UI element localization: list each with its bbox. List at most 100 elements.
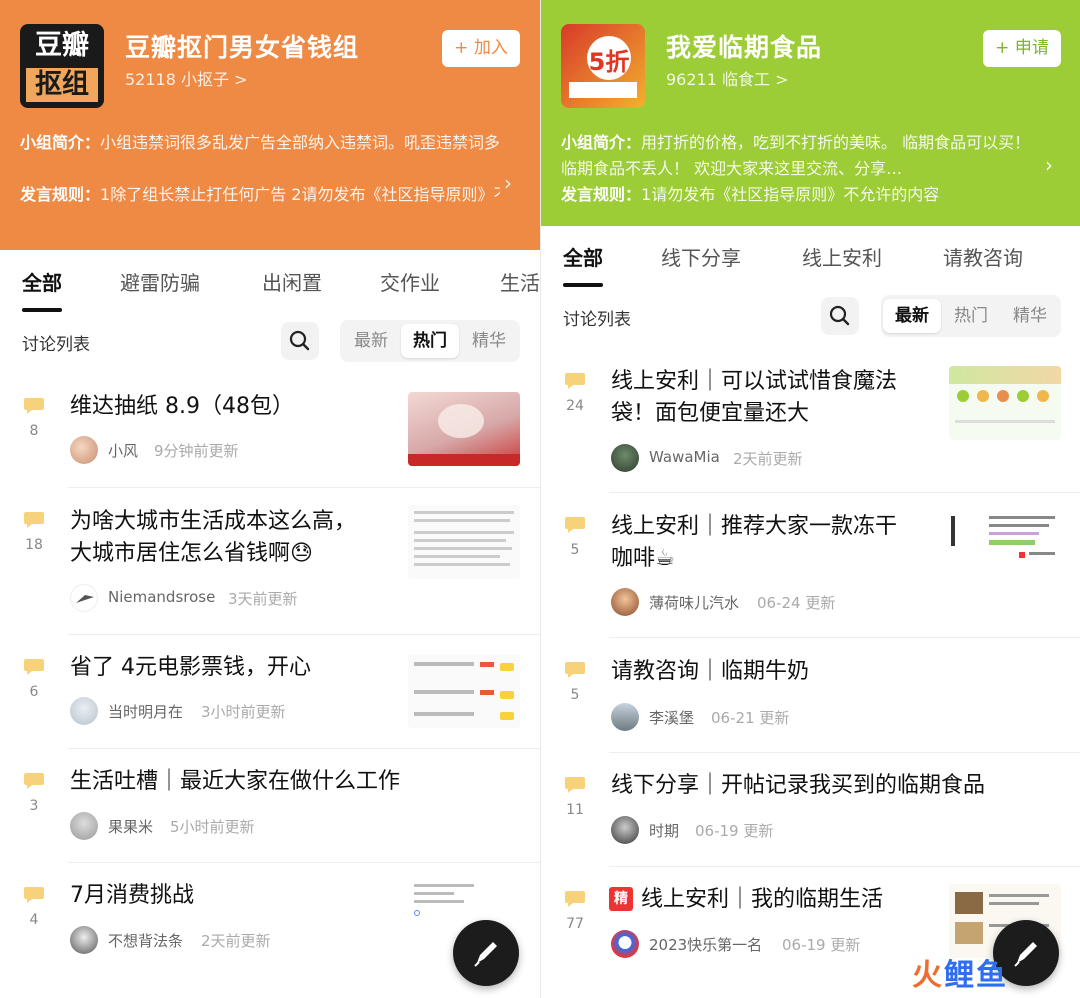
tab-life[interactable]: 生活	[500, 267, 540, 296]
avatar[interactable]	[611, 930, 639, 958]
post-thumbnail[interactable]	[949, 366, 1061, 440]
group-intro[interactable]: 小组简介：用打折的价格，吃到不打折的美味。 临期食品可以买！临期食品不丢人！ 欢…	[561, 130, 1053, 208]
list-item[interactable]: 24 线上安利｜可以试试惜食魔法 袋！面包便宜量还大 WawaMia 2天前更新	[541, 352, 1080, 492]
user-name[interactable]: 薄荷味儿汽水	[649, 592, 739, 613]
chevron-right-icon[interactable]: ›	[1045, 152, 1053, 178]
list-item[interactable]: 18 为啥大城市生活成本这么高， 大城市居住怎么省钱啊😓 Niemandsros…	[0, 487, 540, 634]
user-name[interactable]: 时期	[649, 820, 679, 841]
post-title[interactable]: 7月消费挑战	[70, 880, 194, 912]
tab-ask-advice[interactable]: 请教咨询	[943, 242, 1023, 271]
group-intro[interactable]: 小组简介：小组违禁词很多乱发广告全部纳入违禁词。吼歪违禁词多的直接永久踢出。 本…	[20, 130, 512, 208]
comment-icon	[565, 517, 585, 533]
join-button[interactable]: + 加入	[442, 30, 520, 67]
compose-button[interactable]	[453, 920, 519, 986]
tab-offline-share[interactable]: 线下分享	[661, 242, 741, 271]
user-name[interactable]: 李溪堡	[649, 707, 694, 728]
avatar[interactable]	[70, 436, 98, 464]
post-time: 3天前更新	[228, 590, 298, 608]
chevron-right-icon[interactable]: ›	[504, 170, 512, 196]
search-button[interactable]	[281, 322, 319, 360]
post-title-line2[interactable]: 大城市居住怎么省钱啊😓	[70, 538, 313, 570]
list-item[interactable]: 5 请教咨询｜临期牛奶 李溪堡 06-21 更新	[541, 637, 1080, 752]
member-count-link[interactable]: 96211 临食工 >	[666, 66, 788, 90]
featured-badge: 精	[609, 887, 633, 911]
member-count-link[interactable]: 52118 小抠子 >	[125, 66, 247, 90]
post-title[interactable]: 精线上安利｜我的临期生活	[609, 884, 883, 916]
list-item[interactable]: 3 生活吐槽｜最近大家在做什么工作 果果米 5小时前更新	[0, 748, 540, 862]
list-item[interactable]: 5 线上安利｜推荐大家一款冻干 咖啡☕ 薄荷味儿汽水 06-24 更新	[541, 492, 1080, 637]
sort-hot[interactable]: 热门	[942, 299, 1000, 333]
comment-count: 24	[566, 398, 584, 414]
post-title[interactable]: 省了 4元电影票钱，开心	[70, 652, 311, 684]
post-title-line1[interactable]: 线上安利｜推荐大家一款冻干	[611, 511, 897, 543]
divider	[609, 637, 1080, 638]
list-header: 讨论列表 最新 热门 精华	[0, 320, 540, 364]
avatar[interactable]	[611, 703, 639, 731]
avatar[interactable]	[611, 588, 639, 616]
tab-all[interactable]: 全部	[22, 267, 62, 312]
avatar[interactable]	[611, 816, 639, 844]
intro-label: 小组简介：	[20, 133, 101, 152]
avatar-text-top: 豆瓣	[35, 30, 89, 61]
list-header: 讨论列表 最新 热门 精华	[541, 295, 1080, 339]
post-thumbnail[interactable]	[408, 392, 520, 466]
post-thumbnail[interactable]	[408, 654, 520, 728]
comment-count: 5	[570, 542, 580, 558]
comment-count: 8	[29, 423, 39, 439]
post-title-line2[interactable]: 袋！面包便宜量还大	[611, 398, 809, 430]
post-title[interactable]: 维达抽纸 8.9（48包）	[70, 391, 294, 423]
post-title-line1[interactable]: 线上安利｜可以试试惜食魔法	[611, 366, 897, 398]
sort-featured[interactable]: 精华	[1001, 299, 1059, 333]
user-name[interactable]: Niemandsrose	[108, 588, 215, 606]
list-item[interactable]: 8 维达抽纸 8.9（48包） 小风 9分钟前更新	[0, 375, 540, 487]
post-thumbnail[interactable]	[408, 505, 520, 579]
comment-count: 4	[29, 912, 39, 928]
group-avatar[interactable]: 豆瓣 抠组	[20, 24, 104, 108]
sort-featured[interactable]: 精华	[460, 324, 518, 358]
group-header: 豆瓣 抠组 豆瓣抠门男女省钱组 52118 小抠子 > + 加入 小组简介：小组…	[0, 0, 540, 250]
rules-text: 1请勿发布《社区指导原则》不允许的内容	[641, 185, 940, 204]
avatar-text-bottom: 抠组	[26, 68, 98, 102]
search-button[interactable]	[821, 297, 859, 335]
avatar[interactable]	[611, 444, 639, 472]
list-item[interactable]: 6 省了 4元电影票钱，开心 当时明月在 3小时前更新	[0, 634, 540, 748]
tab-homework[interactable]: 交作业	[380, 267, 440, 296]
user-name[interactable]: 果果米	[108, 816, 153, 837]
sort-hot[interactable]: 热门	[401, 324, 459, 358]
post-title-text: 线上安利｜我的临期生活	[641, 887, 884, 912]
post-title-line1[interactable]: 为啥大城市生活成本这么高，	[70, 506, 356, 538]
tab-online-recommend[interactable]: 线上安利	[802, 242, 882, 271]
post-title[interactable]: 请教咨询｜临期牛奶	[611, 656, 809, 688]
tab-scam-warning[interactable]: 避雷防骗	[120, 267, 200, 296]
comment-count: 18	[25, 537, 43, 553]
list-item[interactable]: 11 线下分享｜开帖记录我买到的临期食品 时期 06-19 更新	[541, 752, 1080, 866]
search-icon	[289, 330, 310, 351]
avatar[interactable]	[70, 584, 98, 612]
divider	[68, 748, 540, 749]
user-name[interactable]: WawaMia	[649, 448, 720, 466]
avatar[interactable]	[70, 697, 98, 725]
group-avatar[interactable]: 5折	[561, 24, 645, 108]
post-time: 9分钟前更新	[154, 442, 239, 460]
post-time: 2天前更新	[201, 932, 271, 950]
post-thumbnail[interactable]	[949, 510, 1061, 584]
user-name[interactable]: 不想背法条	[108, 930, 183, 951]
post-title-line2[interactable]: 咖啡☕	[611, 543, 675, 575]
post-time: 06-24 更新	[757, 594, 836, 612]
sort-latest[interactable]: 最新	[342, 324, 400, 358]
comment-icon	[24, 887, 44, 903]
tab-sell-idle[interactable]: 出闲置	[262, 267, 322, 296]
divider	[609, 866, 1080, 867]
post-title[interactable]: 生活吐槽｜最近大家在做什么工作	[70, 766, 400, 798]
user-name[interactable]: 当时明月在	[108, 701, 183, 722]
post-title[interactable]: 线下分享｜开帖记录我买到的临期食品	[611, 770, 985, 802]
avatar[interactable]	[70, 812, 98, 840]
group-title: 我爱临期食品	[666, 33, 823, 62]
sort-latest[interactable]: 最新	[883, 299, 941, 333]
tab-all[interactable]: 全部	[563, 242, 603, 287]
user-name[interactable]: 小风	[108, 440, 138, 461]
sort-toggle: 最新 热门 精华	[881, 295, 1061, 337]
avatar[interactable]	[70, 926, 98, 954]
user-name[interactable]: 2023快乐第一名	[649, 934, 762, 955]
apply-button[interactable]: + 申请	[983, 30, 1061, 67]
